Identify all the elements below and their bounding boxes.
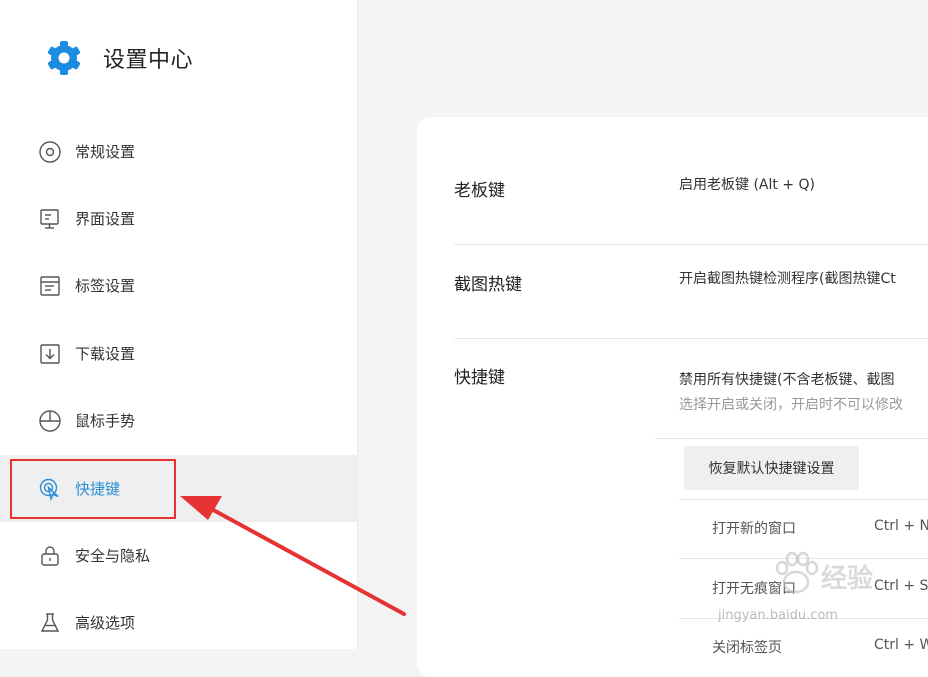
divider <box>679 499 928 500</box>
sidebar-item-label: 安全与隐私 <box>75 547 151 565</box>
restore-default-shortcuts-button[interactable]: 恢复默认快捷键设置 <box>684 446 859 490</box>
lock-icon <box>38 544 62 568</box>
sidebar: 设置中心 常规设置 界面设置 标签设置 下载设置 鼠标手势 快捷键 安全与隐私 … <box>0 0 358 649</box>
interface-settings-icon <box>38 207 62 231</box>
divider <box>679 618 928 619</box>
download-settings-icon <box>38 342 62 366</box>
boss-key-title: 老板键 <box>454 181 505 201</box>
divider <box>679 558 928 559</box>
sidebar-item-general[interactable]: 常规设置 <box>0 118 357 185</box>
sidebar-item-label: 标签设置 <box>75 277 136 295</box>
sidebar-item-label: 常规设置 <box>75 143 136 161</box>
sidebar-item-label: 鼠标手势 <box>75 412 136 430</box>
mouse-gesture-icon <box>38 409 62 433</box>
tab-settings-icon <box>38 274 62 298</box>
gear-icon <box>48 41 80 75</box>
sidebar-item-security[interactable]: 安全与隐私 <box>0 522 357 589</box>
divider <box>454 244 928 245</box>
boss-key-option[interactable]: 启用老板键 (Alt + Q) <box>679 174 815 194</box>
disable-shortcuts-option[interactable]: 禁用所有快捷键(不含老板键、截图 <box>679 369 894 389</box>
shortcut-action-label: 打开新的窗口 <box>712 521 796 537</box>
highlight-box <box>10 459 176 519</box>
sidebar-item-label: 下载设置 <box>75 345 136 363</box>
screenshot-hotkey-title: 截图热键 <box>454 275 522 295</box>
shortcut-action-label: 关闭标签页 <box>712 640 782 656</box>
divider <box>655 438 928 439</box>
sidebar-item-label: 高级选项 <box>75 614 136 632</box>
sidebar-item-download[interactable]: 下载设置 <box>0 320 357 387</box>
brand: 设置中心 <box>44 38 193 78</box>
sidebar-item-label: 界面设置 <box>75 210 136 228</box>
shortcut-key-field[interactable]: Ctrl + N <box>874 518 928 534</box>
sidebar-title: 设置中心 <box>103 48 194 73</box>
shortcut-action-label: 打开无痕窗口 <box>712 581 796 597</box>
general-settings-icon <box>38 140 62 164</box>
screenshot-hotkey-option[interactable]: 开启截图热键检测程序(截图热键Ct <box>679 268 896 288</box>
sidebar-item-advanced[interactable]: 高级选项 <box>0 589 357 656</box>
shortcuts-hint: 选择开启或关闭，开启时不可以修改 <box>679 397 903 413</box>
shortcuts-title: 快捷键 <box>454 368 505 388</box>
sidebar-item-interface[interactable]: 界面设置 <box>0 185 357 252</box>
shortcut-key-field[interactable]: Ctrl + W <box>874 637 928 653</box>
shortcut-key-field[interactable]: Ctrl + S <box>874 578 928 594</box>
sidebar-item-mouse-gesture[interactable]: 鼠标手势 <box>0 387 357 454</box>
divider <box>454 338 928 339</box>
flask-icon <box>38 611 62 635</box>
sidebar-item-tabs[interactable]: 标签设置 <box>0 252 357 319</box>
